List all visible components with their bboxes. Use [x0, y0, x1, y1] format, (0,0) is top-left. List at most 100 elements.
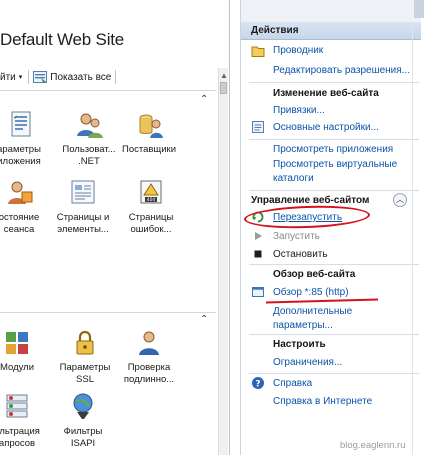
- feature-providers[interactable]: Поставщики: [116, 110, 182, 156]
- dropdown-arrow-icon[interactable]: ▾: [19, 73, 23, 81]
- feature-label: ильтрация: [0, 426, 40, 437]
- restart-icon: [252, 211, 264, 223]
- group-separator: [0, 90, 216, 91]
- svg-text:?: ?: [255, 379, 260, 389]
- feature-authentication[interactable]: Проверка подлинно...: [116, 328, 182, 386]
- bindings-link[interactable]: Привязки...: [273, 105, 325, 116]
- features-view-pane: Default Web Site йти ▾ Показать все ▲ ⌃ …: [0, 0, 230, 455]
- feature-session-state[interactable]: остояние сеанса: [0, 178, 52, 236]
- feature-error-pages[interactable]: 404 Страницы ошибок...: [118, 178, 184, 236]
- start-icon: [255, 232, 262, 240]
- feature-label: .NET: [78, 156, 100, 167]
- collapse-section-icon[interactable]: ︿: [393, 193, 407, 207]
- actions-separator: [249, 139, 419, 140]
- feature-isapi-filters[interactable]: Фильтры ISAPI: [50, 392, 116, 450]
- feature-label: Страницы: [128, 212, 174, 223]
- modules-icon: [6, 332, 28, 354]
- feature-label: ошибок...: [130, 224, 172, 235]
- feature-label: ISAPI: [70, 438, 96, 449]
- ssl-settings-icon: [76, 330, 94, 355]
- help-link[interactable]: Справка: [273, 378, 312, 389]
- feature-label: Проверка: [127, 362, 171, 373]
- site-title: Default Web Site: [0, 30, 125, 49]
- feature-label: апросов: [0, 438, 36, 449]
- net-users-icon: [77, 113, 103, 138]
- actions-separator: [249, 264, 419, 265]
- feature-label: араметры: [0, 144, 41, 155]
- feature-label: Фильтры: [63, 426, 103, 437]
- app-settings-icon: [11, 111, 31, 137]
- scroll-up-icon[interactable]: ▲: [220, 72, 228, 80]
- browse-http-link[interactable]: Обзор *:85 (http): [273, 287, 349, 298]
- actions-separator: [249, 190, 419, 191]
- feature-label: иложения: [0, 156, 41, 167]
- advanced-settings-link-cont[interactable]: параметры...: [273, 320, 333, 331]
- online-help-link[interactable]: Справка в Интернете: [273, 396, 372, 407]
- feature-label: Поставщики: [121, 144, 177, 155]
- feature-ssl-settings[interactable]: Параметры SSL: [52, 328, 118, 386]
- feature-app-settings[interactable]: араметры иложения: [0, 110, 52, 168]
- feature-pages-controls[interactable]: Страницы и элементы...: [50, 178, 116, 236]
- help-icon: ?: [252, 377, 264, 389]
- edit-site-heading: Изменение веб-сайта: [273, 88, 379, 99]
- isapi-filters-icon: [73, 393, 93, 419]
- actions-header: Действия: [241, 22, 421, 40]
- properties-icon: [252, 121, 264, 133]
- error-pages-icon: 404: [140, 180, 162, 204]
- restart-link[interactable]: Перезапустить: [273, 212, 342, 223]
- collapse-group-icon[interactable]: ⌃: [200, 94, 208, 105]
- feature-label: сеанса: [3, 224, 35, 235]
- view-virtual-directories-link[interactable]: Просмотреть виртуальные: [273, 159, 397, 170]
- window-edge: [414, 0, 424, 18]
- limits-link[interactable]: Ограничения...: [273, 357, 342, 368]
- advanced-settings-link[interactable]: Дополнительные: [273, 306, 352, 317]
- collapse-group-icon[interactable]: ⌃: [200, 314, 208, 325]
- view-applications-link[interactable]: Просмотреть приложения: [273, 144, 393, 155]
- stop-link[interactable]: Остановить: [273, 249, 328, 260]
- group-separator: [0, 312, 216, 313]
- configure-heading: Настроить: [273, 339, 326, 350]
- authentication-icon: [139, 331, 159, 355]
- toolbar-separator: [28, 70, 30, 84]
- show-all-icon: [33, 71, 48, 83]
- feature-modules[interactable]: Модули: [0, 328, 50, 374]
- scroll-thumb[interactable]: [220, 82, 227, 94]
- feature-label: Модули: [0, 362, 35, 373]
- feature-label: подлинно...: [123, 374, 175, 385]
- svg-text:404: 404: [147, 197, 156, 203]
- watermark: blog.eaglenn.ru: [340, 440, 406, 451]
- actions-top-strip: [241, 0, 421, 22]
- feature-label: остояние: [0, 212, 40, 223]
- feature-net-users[interactable]: Пользоват... .NET: [56, 110, 122, 168]
- features-toolbar: йти ▾ Показать все: [0, 66, 228, 88]
- features-scrollbar[interactable]: ▲: [218, 68, 228, 455]
- actions-pane: Действия Проводник Редактировать разреше…: [240, 0, 424, 455]
- pane-divider[interactable]: [229, 0, 230, 455]
- feature-label: Параметры: [59, 362, 111, 373]
- manage-site-heading: Управление веб-сайтом: [251, 195, 370, 206]
- session-state-icon: [8, 181, 33, 204]
- providers-icon: [139, 114, 163, 138]
- actions-separator: [249, 334, 419, 335]
- actions-scrollbar[interactable]: [412, 22, 413, 455]
- toolbar-separator: [115, 70, 117, 84]
- explore-link[interactable]: Проводник: [273, 45, 323, 56]
- actions-separator: [249, 82, 419, 83]
- basic-settings-link[interactable]: Основные настройки...: [273, 122, 379, 133]
- browse-icon: [252, 287, 264, 297]
- folder-icon: [251, 46, 265, 57]
- start-link[interactable]: Запустить: [273, 231, 320, 242]
- feature-label: элементы...: [57, 224, 109, 235]
- show-all-button[interactable]: Показать все: [50, 72, 111, 83]
- actions-separator: [249, 373, 419, 374]
- feature-label: Пользоват...: [62, 144, 116, 155]
- feature-label: SSL: [76, 374, 94, 385]
- view-virtual-directories-link-cont[interactable]: каталоги: [273, 173, 314, 184]
- stop-icon: [254, 250, 262, 258]
- browse-site-heading: Обзор веб-сайта: [273, 269, 356, 280]
- feature-label: Страницы и: [56, 212, 110, 223]
- edit-permissions-link[interactable]: Редактировать разрешения...: [273, 65, 410, 76]
- feature-request-filtering[interactable]: ильтрация апросов: [0, 392, 50, 450]
- request-filtering-icon: [6, 394, 28, 418]
- toolbar-fragment-label[interactable]: йти: [0, 72, 16, 83]
